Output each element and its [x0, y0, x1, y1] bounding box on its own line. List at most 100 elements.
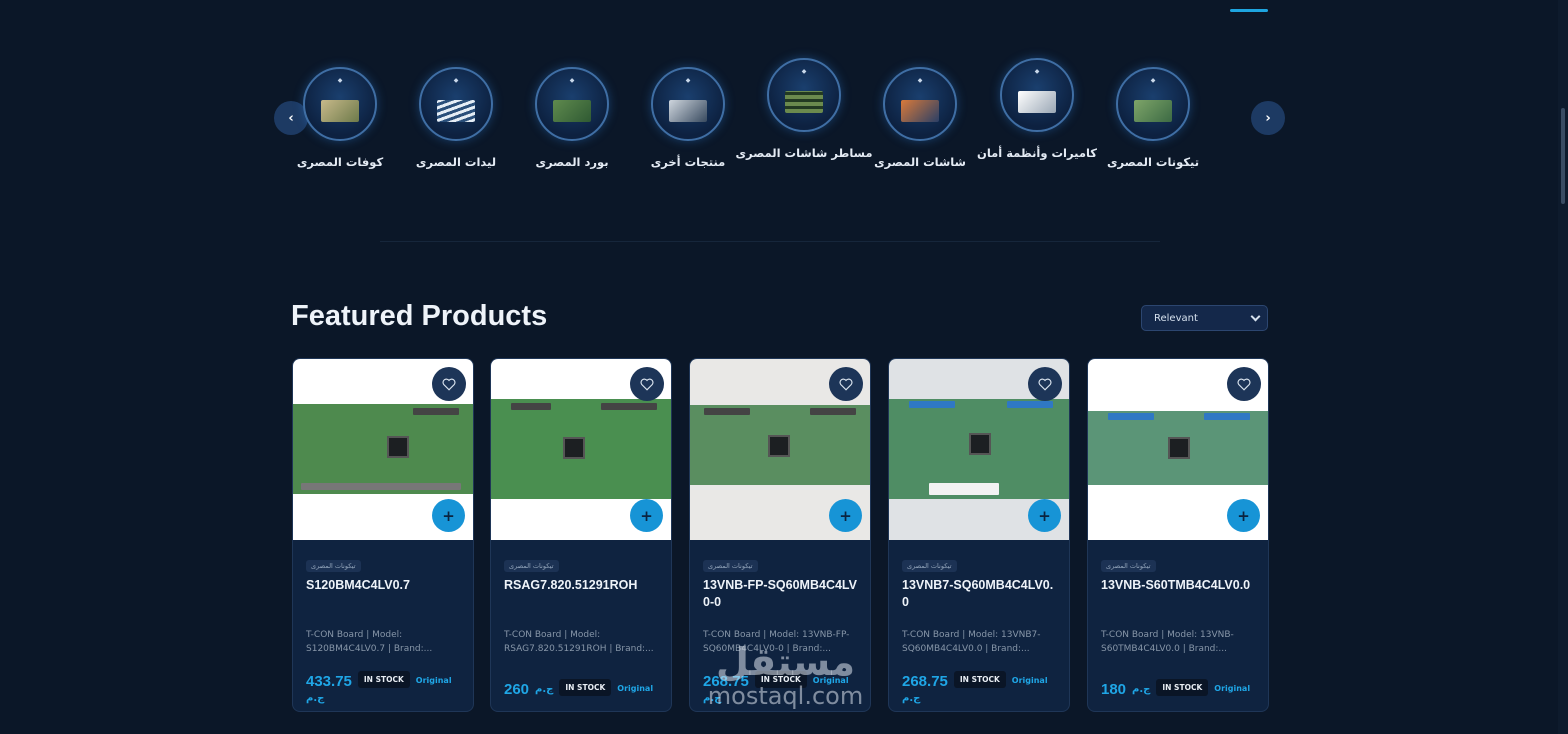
watermark: مستقل mostaql.com — [688, 642, 883, 710]
product-title[interactable]: 13VNB-FP-SQ60MB4C4LV0-0 — [703, 577, 857, 613]
board-image — [889, 399, 1069, 499]
plus-icon: + — [839, 506, 852, 525]
category-image: ◆ — [883, 67, 957, 141]
product-description: T-CON Board | Model: RSAG7.820.51291ROH … — [504, 630, 654, 654]
sort-selected-value: Relevant — [1154, 312, 1198, 324]
watermark-arabic: مستقل — [716, 640, 855, 684]
watermark-latin: mostaql.com — [707, 682, 864, 710]
tv-screen-icon — [901, 100, 939, 122]
product-image: + — [1088, 359, 1268, 540]
add-to-cart-button[interactable]: + — [630, 499, 663, 532]
section-title: Featured Products — [291, 300, 548, 332]
heart-icon — [442, 378, 456, 391]
favorite-button[interactable] — [1227, 367, 1261, 401]
condition-label: Original — [415, 676, 452, 685]
board-image — [491, 399, 671, 499]
page-scrollbar[interactable] — [1558, 0, 1568, 734]
favorite-button[interactable] — [1028, 367, 1062, 401]
plus-icon: + — [1237, 506, 1250, 525]
product-card[interactable]: + تيكونات المصرى 13VNB7-SQ60MB4C4LV0.0 T… — [888, 358, 1070, 712]
stock-badge: IN STOCK — [559, 679, 612, 696]
panel-strip-icon — [785, 91, 823, 113]
category-image: ◆ — [1000, 58, 1074, 132]
stock-badge: IN STOCK — [953, 671, 1006, 688]
product-title[interactable]: S120BM4C4LV0.7 — [306, 577, 460, 613]
currency: ج.م — [902, 693, 921, 704]
product-title[interactable]: RSAG7.820.51291ROH — [504, 577, 658, 613]
devices-icon — [669, 100, 707, 122]
plus-icon: + — [442, 506, 455, 525]
section-divider — [380, 241, 1160, 242]
product-description: T-CON Board | Model: 13VNB7-SQ60MB4C4LV0… — [902, 630, 1041, 654]
category-image: ◆ — [651, 67, 725, 141]
category-image: ◆ — [419, 67, 493, 141]
category-image: ◆ — [1116, 67, 1190, 141]
currency: ج.م — [1132, 684, 1151, 695]
plus-icon: + — [640, 506, 653, 525]
plus-icon: + — [1038, 506, 1051, 525]
product-card[interactable]: + تيكونات المصرى S120BM4C4LV0.7 T-CON Bo… — [292, 358, 474, 712]
category-label: تيكونات المصرى — [1106, 155, 1200, 169]
add-to-cart-button[interactable]: + — [829, 499, 862, 532]
product-title[interactable]: 13VNB7-SQ60MB4C4LV0.0 — [902, 577, 1056, 613]
product-description: T-CON Board | Model: S120BM4C4LV0.7 | Br… — [306, 630, 433, 654]
tcon-board-icon — [1134, 100, 1172, 122]
currency: ج.م — [306, 693, 325, 704]
category-badge: تيكونات المصرى — [1101, 560, 1156, 572]
category-badge: تيكونات المصرى — [902, 560, 957, 572]
product-image: + — [293, 359, 473, 540]
chevron-down-icon — [1250, 311, 1261, 321]
heart-icon — [640, 378, 654, 391]
board-image — [1088, 411, 1268, 485]
category-image: ◆ — [767, 58, 841, 132]
active-nav-underline — [1230, 9, 1268, 12]
add-to-cart-button[interactable]: + — [1028, 499, 1061, 532]
category-badge: تيكونات المصرى — [703, 560, 758, 572]
heart-icon — [839, 378, 853, 391]
category-item-tcons[interactable]: ◆ تيكونات المصرى — [1083, 67, 1223, 171]
board-image — [293, 404, 473, 494]
product-price: 268.75 — [902, 673, 948, 690]
store-logo: ◆ — [453, 77, 459, 84]
product-image: + — [690, 359, 870, 540]
stock-badge: IN STOCK — [357, 671, 410, 688]
board-image — [690, 405, 870, 485]
heart-icon — [1237, 378, 1251, 391]
store-logo: ◆ — [569, 77, 575, 84]
condition-label: Original — [1011, 676, 1048, 685]
ram-stick-icon — [321, 100, 359, 122]
scrollbar-thumb[interactable] — [1561, 108, 1565, 204]
heart-icon — [1038, 378, 1052, 391]
category-badge: تيكونات المصرى — [306, 560, 361, 572]
product-card[interactable]: + تيكونات المصرى RSAG7.820.51291ROH T-CO… — [490, 358, 672, 712]
condition-label: Original — [1214, 684, 1251, 693]
chevron-right-icon: › — [1265, 110, 1271, 126]
product-price: 260 — [504, 681, 530, 698]
product-price: 180 — [1101, 681, 1127, 698]
category-image: ◆ — [303, 67, 377, 141]
category-image: ◆ — [535, 67, 609, 141]
favorite-button[interactable] — [432, 367, 466, 401]
slider-next-button[interactable]: › — [1251, 101, 1285, 135]
security-camera-icon — [1018, 91, 1056, 113]
sort-select[interactable]: Relevant — [1141, 305, 1268, 331]
currency: ج.م — [535, 684, 554, 695]
category-badge: تيكونات المصرى — [504, 560, 559, 572]
add-to-cart-button[interactable]: + — [432, 499, 465, 532]
store-logo: ◆ — [337, 77, 343, 84]
store-logo: ◆ — [1150, 77, 1156, 84]
store-logo: ◆ — [917, 77, 923, 84]
led-strip-icon — [437, 100, 475, 122]
product-image: + — [889, 359, 1069, 540]
favorite-button[interactable] — [829, 367, 863, 401]
product-image: + — [491, 359, 671, 540]
add-to-cart-button[interactable]: + — [1227, 499, 1260, 532]
condition-label: Original — [617, 684, 654, 693]
product-title[interactable]: 13VNB-S60TMB4C4LV0.0 — [1101, 577, 1255, 613]
favorite-button[interactable] — [630, 367, 664, 401]
store-logo: ◆ — [801, 68, 807, 75]
stock-badge: IN STOCK — [1156, 679, 1209, 696]
product-price: 433.75 — [306, 673, 352, 690]
product-card[interactable]: + تيكونات المصرى 13VNB-S60TMB4C4LV0.0 T-… — [1087, 358, 1269, 712]
store-logo: ◆ — [1034, 68, 1040, 75]
